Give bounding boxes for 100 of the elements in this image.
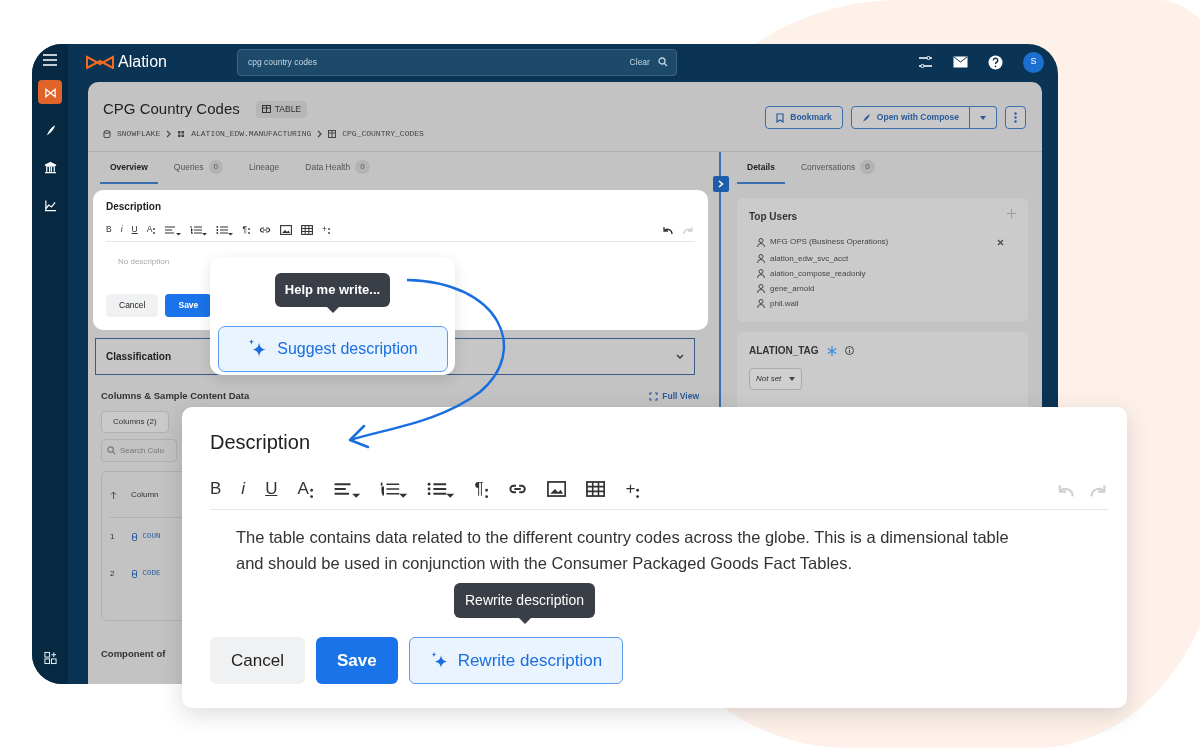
search-field[interactable]: cpg country codes Clear xyxy=(236,48,677,76)
compose-button[interactable]: Open with Compose xyxy=(850,106,970,129)
search-icon[interactable] xyxy=(657,57,668,67)
bookmark-button[interactable]: Bookmark xyxy=(765,106,843,129)
user-name[interactable]: alation_edw_svc_acct xyxy=(770,252,849,265)
user-name[interactable]: phil.wall xyxy=(770,297,799,310)
colon-dots-icon xyxy=(247,227,250,235)
close-icon[interactable] xyxy=(997,238,1004,246)
person-icon xyxy=(757,269,765,278)
save-button[interactable]: Save xyxy=(315,637,398,684)
person-icon xyxy=(757,254,765,263)
editor-title: Description xyxy=(106,200,162,214)
font-size-button[interactable]: A xyxy=(297,479,313,501)
italic-button[interactable]: i xyxy=(241,479,246,501)
chevron-down-icon xyxy=(676,354,684,359)
image-icon[interactable] xyxy=(547,481,567,499)
tab[interactable]: Queries 0 xyxy=(163,152,234,184)
sliders-icon[interactable] xyxy=(918,55,933,69)
card-title: Top Users xyxy=(749,210,798,224)
image-icon[interactable] xyxy=(279,224,292,236)
bold-button[interactable]: B xyxy=(210,479,222,501)
paragraph-button[interactable]: ¶ xyxy=(242,224,250,236)
tooltip: Rewrite description xyxy=(454,583,596,618)
chevron-right-icon xyxy=(317,129,323,138)
table-icon[interactable] xyxy=(586,481,606,499)
underline-button[interactable]: U xyxy=(265,479,278,501)
bold-button[interactable]: B xyxy=(106,224,112,236)
feather-icon xyxy=(861,112,871,123)
column-search-field[interactable]: Search Colu xyxy=(101,439,177,463)
person-icon xyxy=(757,237,765,247)
bowtie-logo-icon xyxy=(86,55,114,69)
tooltip-pointer xyxy=(518,618,531,624)
save-button[interactable]: Save xyxy=(165,294,212,317)
menu-icon[interactable] xyxy=(43,54,57,66)
section-title: Classification xyxy=(106,350,172,364)
colon-dots-icon xyxy=(484,486,488,500)
paragraph-button[interactable]: ¶ xyxy=(474,479,488,501)
numbered-list-icon[interactable] xyxy=(190,224,208,236)
tab[interactable]: Data Health 0 xyxy=(295,152,380,184)
ai-button[interactable]: Rewrite description xyxy=(408,637,624,684)
clear-button[interactable]: Clear xyxy=(621,55,658,69)
column-header: Column xyxy=(131,488,159,501)
section-title: Component of xyxy=(101,647,166,662)
count-badge: 0 xyxy=(355,160,370,174)
dropdown-button[interactable] xyxy=(970,106,997,129)
insert-button[interactable]: + xyxy=(625,479,640,501)
bullet-list-icon[interactable] xyxy=(427,481,455,499)
suggest-button[interactable]: Suggest description xyxy=(217,325,448,372)
undo-icon[interactable] xyxy=(661,225,673,235)
tab[interactable]: Overview xyxy=(100,152,158,184)
cancel-button[interactable]: Cancel xyxy=(210,637,305,684)
tooltip-pointer xyxy=(326,306,339,313)
breadcrumb-link[interactable]: ALATION_EDW.MANUFACTURING xyxy=(191,127,312,140)
row-number: 1 xyxy=(110,530,115,543)
card-title: Description xyxy=(210,430,312,455)
underline-button[interactable]: U xyxy=(131,224,138,236)
description-text: The table contains data related to the different country codes across the globe. This is a dimensional table and should be used in conjunction with the Consumer Packaged Goods Fact Tables. xyxy=(235,527,1010,574)
user-name[interactable]: alation_compose_readonly xyxy=(770,267,866,280)
table-icon xyxy=(328,129,337,138)
full-view-link[interactable]: Full View xyxy=(649,389,699,403)
colon-dots-icon xyxy=(636,486,640,500)
insert-button[interactable]: + xyxy=(321,224,330,236)
sort-up-icon[interactable] xyxy=(110,490,117,499)
section-title: Columns & Sample Content Data xyxy=(101,389,250,403)
font-size-button[interactable]: A xyxy=(146,224,156,236)
expand-icon xyxy=(649,391,659,401)
table-icon[interactable] xyxy=(300,224,313,236)
chevron-right-icon xyxy=(166,129,172,138)
type-badge: TABLE xyxy=(255,100,308,118)
bookmark-icon xyxy=(776,112,785,123)
italic-button[interactable]: i xyxy=(120,224,123,236)
align-icon[interactable] xyxy=(332,481,361,499)
cancel-button[interactable]: Cancel xyxy=(106,294,159,317)
breadcrumb-link[interactable]: SNOWFLAKE xyxy=(117,127,161,140)
info-icon[interactable] xyxy=(844,346,854,355)
caret-icon xyxy=(980,115,986,120)
help-icon[interactable] xyxy=(988,54,1003,70)
link-icon[interactable] xyxy=(258,224,271,236)
bowtie-icon[interactable] xyxy=(43,85,57,99)
apps-icon[interactable] xyxy=(43,651,57,665)
user-name[interactable]: gene_arnold xyxy=(770,282,815,295)
more-button[interactable] xyxy=(1005,106,1026,129)
numbered-list-icon[interactable] xyxy=(380,481,408,499)
user-avatar[interactable]: S xyxy=(1023,51,1044,73)
column-icon xyxy=(132,569,138,578)
bank-icon[interactable] xyxy=(43,161,57,175)
bullet-list-icon[interactable] xyxy=(216,224,234,236)
chart-icon[interactable] xyxy=(43,199,57,213)
tab[interactable]: Lineage xyxy=(239,152,290,184)
user-name[interactable]: MFG OPS (Business Operations) xyxy=(770,236,889,248)
tab[interactable]: Details xyxy=(737,152,785,184)
kebab-icon xyxy=(1014,112,1017,123)
expand-button[interactable] xyxy=(713,176,729,192)
tag-select[interactable]: Not set xyxy=(749,368,803,390)
rail-button[interactable] xyxy=(38,80,62,104)
tab[interactable]: Conversations 0 xyxy=(790,152,885,184)
breadcrumb-link[interactable]: CPG_COUNTRY_CODES xyxy=(342,127,424,140)
card-title: ALATION_TAG xyxy=(749,344,819,358)
mail-icon[interactable] xyxy=(953,56,968,68)
columns-tab[interactable]: Columns (2) xyxy=(101,411,169,434)
